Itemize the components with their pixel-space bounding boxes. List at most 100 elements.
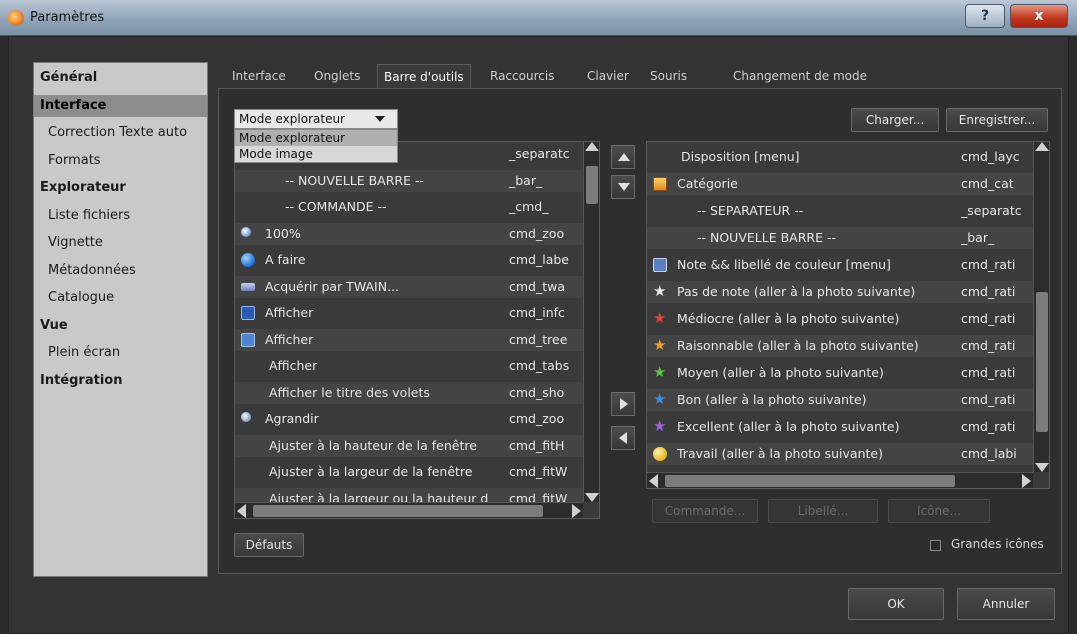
toolbar-commands-list[interactable]: Travail (aller à la photo suivante) cmd_l… (646, 141, 1050, 489)
scroll-left-icon[interactable] (237, 504, 246, 518)
nav-item[interactable]: Correction Texte auto (34, 122, 207, 144)
list-item[interactable]: Note && libellé de couleur [menu] cmd_rat… (647, 254, 1033, 276)
nav-item[interactable]: Catalogue (34, 287, 207, 309)
scroll-right-icon[interactable] (572, 504, 581, 518)
nav-item[interactable]: Interface (34, 94, 207, 117)
scanner-icon (241, 282, 255, 291)
command-id: cmd_rati (961, 284, 1016, 299)
list-item[interactable]: Afficher le titre des volets cmd_sho (235, 381, 583, 404)
command-id: _cmd_ (509, 199, 549, 214)
scroll-left-icon[interactable] (649, 474, 658, 488)
rating-icon (653, 258, 667, 272)
remove-command-button[interactable] (611, 426, 635, 450)
star-green-icon: ★ (653, 363, 667, 381)
tab-6[interactable]: Changement de mode (727, 64, 873, 88)
tab-1[interactable]: Onglets (308, 64, 366, 88)
list-item[interactable]: -- SEPARATEUR -- _separatc (647, 200, 1033, 222)
move-up-button[interactable] (611, 145, 635, 169)
right-list-vscroll[interactable] (1033, 142, 1049, 472)
list-item[interactable]: Afficher cmd_infc (235, 302, 583, 324)
move-down-button[interactable] (611, 175, 635, 199)
nav-item[interactable]: Formats (34, 150, 207, 172)
mode-option-explorateur[interactable]: Mode explorateur (235, 130, 397, 146)
list-item[interactable]: -- NOUVELLE BARRE -- _bar_ (647, 227, 1033, 249)
nav-item[interactable]: Métadonnées (34, 260, 207, 282)
list-item[interactable]: Disposition [menu] cmd_layc (647, 146, 1033, 168)
list-item[interactable]: Catégorie cmd_cat (647, 173, 1033, 195)
tab-3[interactable]: Raccourcis (484, 64, 560, 88)
left-list-vscroll[interactable] (583, 142, 599, 502)
mode-select[interactable]: Mode explorateur (234, 109, 398, 129)
list-item[interactable]: 100% cmd_zoo (235, 222, 583, 245)
libelle-button[interactable]: Libellé... (768, 499, 878, 523)
list-item[interactable]: ★ Bon (aller à la photo suivante) cmd_rati (647, 389, 1033, 411)
list-item[interactable]: Agrandir cmd_zoo (235, 408, 583, 430)
command-id: _separatc (509, 146, 570, 161)
icone-button[interactable]: Icône... (888, 499, 990, 523)
list-item[interactable]: ★ Médiocre (aller à la photo suivante) cmd… (647, 308, 1033, 330)
command-id: cmd_fitW (509, 464, 568, 479)
list-item[interactable]: Ajuster à la largeur de la fenêtre cmd_fi… (235, 461, 583, 483)
available-commands-list[interactable]: Ajuster à la largeur ou la hauteur d cmd_… (234, 141, 600, 519)
category-icon (653, 177, 667, 191)
magnifier-icon (241, 226, 251, 237)
enregistrer-button[interactable]: Enregistrer... (946, 108, 1048, 132)
add-command-button[interactable] (611, 392, 635, 416)
command-id: cmd_zoo (509, 411, 565, 426)
tree-icon (241, 332, 255, 347)
list-item[interactable]: ★ Pas de note (aller à la photo suivante)… (647, 281, 1033, 303)
charger-button[interactable]: Charger... (851, 108, 939, 132)
list-item[interactable]: ★ Moyen (aller à la photo suivante) cmd_ra… (647, 362, 1033, 384)
command-name: Médiocre (aller à la photo suivante) (677, 311, 900, 326)
hscroll-thumb[interactable] (665, 475, 955, 487)
left-list-hscroll[interactable] (235, 502, 583, 518)
nav-item[interactable]: Plein écran (34, 342, 207, 364)
ok-button[interactable]: OK (848, 588, 944, 620)
help-button[interactable]: ? (965, 4, 1005, 28)
commande-button[interactable]: Commande... (652, 499, 758, 523)
nav-item[interactable]: Liste fichiers (34, 205, 207, 227)
command-name: Afficher (265, 305, 314, 320)
list-item[interactable]: A faire cmd_labe (235, 249, 583, 271)
list-item[interactable]: ★ Excellent (aller à la photo suivante) cm… (647, 416, 1033, 438)
scroll-down-icon[interactable] (1035, 463, 1049, 472)
command-name: Raisonnable (aller à la photo suivante) (677, 338, 919, 353)
list-item[interactable]: Travail (aller à la photo suivante) cmd_l… (647, 443, 1033, 465)
tab-4[interactable]: Clavier (581, 64, 635, 88)
right-list-hscroll[interactable] (647, 472, 1033, 488)
list-item[interactable]: Acquérir par TWAIN... cmd_twa (235, 275, 583, 298)
tab-2[interactable]: Barre d'outils (377, 64, 471, 88)
title-bar: Paramètres ? x (0, 0, 1077, 36)
grandes-icones-checkbox[interactable] (930, 540, 941, 551)
nav-item[interactable]: Intégration (34, 370, 207, 392)
scroll-up-icon[interactable] (585, 142, 599, 151)
list-item[interactable]: -- NOUVELLE BARRE -- _bar_ (235, 169, 583, 192)
hscroll-thumb[interactable] (253, 505, 543, 517)
list-item[interactable]: ★ Raisonnable (aller à la photo suivante)… (647, 335, 1033, 357)
scroll-thumb[interactable] (1036, 292, 1048, 432)
nav-item[interactable]: Général (34, 67, 207, 89)
scroll-up-icon[interactable] (1035, 142, 1049, 151)
nav-item[interactable]: Vignette (34, 232, 207, 254)
tab-5[interactable]: Souris (644, 64, 693, 88)
nav-item[interactable]: Vue (34, 315, 207, 337)
scroll-thumb[interactable] (586, 166, 598, 204)
tab-0[interactable]: Interface (226, 64, 292, 88)
command-id: cmd_zoo (509, 225, 565, 241)
list-item[interactable]: -- COMMANDE -- _cmd_ (235, 196, 583, 218)
command-name: A faire (265, 252, 306, 267)
star-white-icon: ★ (653, 282, 667, 300)
list-item[interactable]: Ajuster à la hauteur de la fenêtre cmd_fi… (235, 434, 583, 457)
defauts-button[interactable]: Défauts (234, 533, 304, 557)
list-item[interactable]: Afficher cmd_tree (235, 328, 583, 351)
annuler-button[interactable]: Annuler (957, 588, 1055, 620)
scroll-down-icon[interactable] (585, 493, 599, 502)
close-button[interactable]: x (1010, 4, 1068, 28)
list-item[interactable]: Afficher cmd_tabs (235, 355, 583, 377)
star-purple-icon: ★ (653, 417, 667, 435)
scroll-right-icon[interactable] (1022, 474, 1031, 488)
star-blue-icon: ★ (653, 390, 667, 408)
nav-item[interactable]: Explorateur (34, 177, 207, 199)
mode-option-image[interactable]: Mode image (235, 146, 397, 162)
command-id: _bar_ (961, 230, 995, 245)
